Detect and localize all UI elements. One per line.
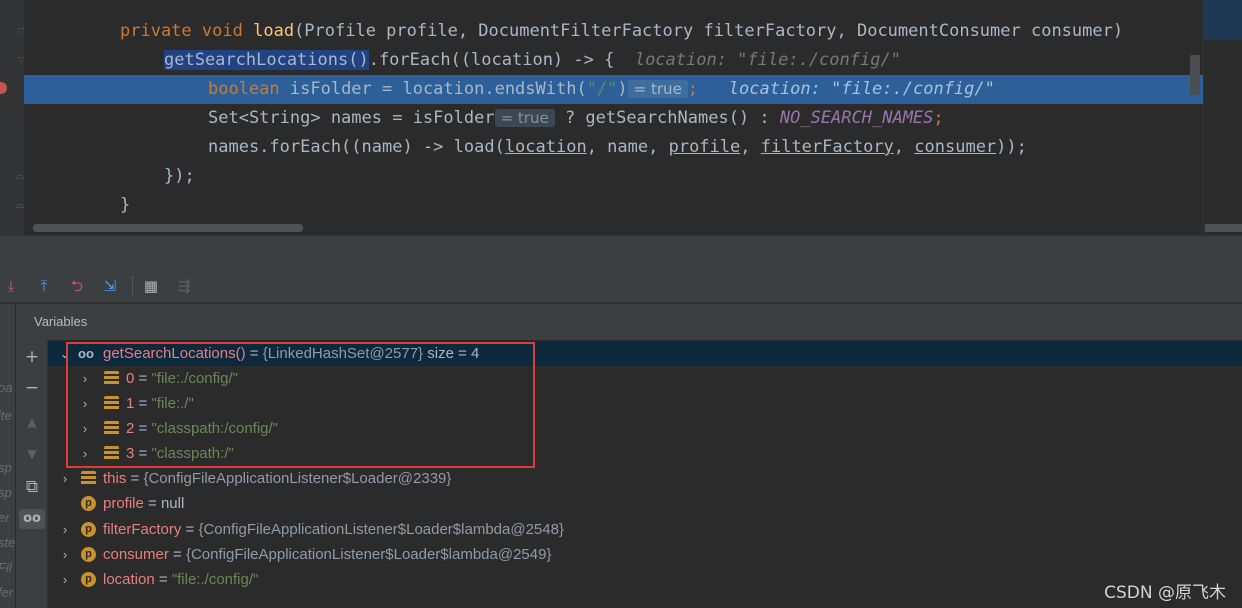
- editor-right-strip: [1203, 0, 1242, 235]
- inline-value-badge: = true: [627, 80, 688, 98]
- execution-line: boolean isFolder = location.endsWith("/"…: [24, 75, 1203, 104]
- inline-value-badge: = true: [494, 109, 555, 127]
- inline-debug-hint: location: "file:./config/": [634, 50, 901, 70]
- editor-gutter[interactable]: ⌔ ⌔ ⌓ ⌓: [0, 0, 26, 235]
- parameter-icon: p: [81, 496, 96, 511]
- move-up-icon[interactable]: ▲: [22, 412, 42, 432]
- expand-chevron-icon[interactable]: ›: [58, 466, 72, 491]
- tree-row-variable[interactable]: › p filterFactory = {ConfigFileApplicati…: [48, 517, 1242, 542]
- step-out-icon[interactable]: ⤒: [34, 277, 54, 295]
- expand-chevron-icon[interactable]: ›: [58, 567, 72, 592]
- debugger-toolbar: ⤓ ⤒ ⮌ ⇲ ▦ ⇶: [0, 269, 1242, 303]
- variables-header: Variables: [16, 304, 1242, 340]
- parameter-icon: p: [81, 522, 96, 537]
- add-watch-icon[interactable]: +: [22, 347, 42, 367]
- code-line-4: Set<String> names = isFolder = true ? get…: [208, 108, 944, 128]
- drop-frame-icon[interactable]: ⮌: [67, 277, 87, 295]
- parameter-icon: p: [81, 547, 96, 562]
- vertical-scrollbar[interactable]: [1190, 55, 1200, 95]
- field-icon: [81, 471, 96, 486]
- step-into-icon[interactable]: ⤓: [1, 277, 21, 295]
- inline-debug-hint: location: "file:./config/": [728, 79, 995, 99]
- tree-row-variable[interactable]: p profile = null: [48, 491, 1242, 516]
- breakpoint-icon[interactable]: [0, 82, 7, 94]
- show-watches-icon[interactable]: oo: [19, 509, 45, 529]
- horizontal-scrollbar-track: [1205, 224, 1242, 232]
- annotation-highlight-box: [66, 342, 535, 468]
- parameter-icon: p: [81, 572, 96, 587]
- expand-chevron-icon[interactable]: ›: [58, 517, 72, 542]
- move-down-icon[interactable]: ▼: [22, 444, 42, 464]
- code-line-5: names.forEach((name) -> load(location, n…: [208, 137, 1027, 157]
- code-editor[interactable]: ⌔ ⌔ ⌓ ⌓ private void load(Profile profil…: [0, 0, 1242, 235]
- panel-separator[interactable]: [0, 235, 1242, 269]
- toolbar-divider: [132, 276, 133, 296]
- trace-stream-icon[interactable]: ⇶: [174, 277, 194, 295]
- watermark: CSDN @原飞木: [1104, 583, 1226, 603]
- frames-panel-edge: oa ite sp sp er ste Fil fer: [0, 304, 16, 608]
- expand-chevron-icon[interactable]: ›: [58, 542, 72, 567]
- code-line-7: }: [120, 195, 131, 215]
- code-line-2: getSearchLocations().forEach((location) …: [164, 50, 901, 70]
- code-line-6: });: [164, 166, 195, 186]
- tree-row-variable[interactable]: › p location = "file:./config/": [48, 567, 1242, 592]
- error-stripe-marker[interactable]: [1204, 0, 1242, 40]
- code-line-1: private void load(Profile profile, Docum…: [120, 21, 1124, 41]
- remove-watch-icon[interactable]: −: [22, 378, 42, 398]
- run-to-cursor-icon[interactable]: ⇲: [100, 277, 120, 295]
- tree-row-variable[interactable]: › p consumer = {ConfigFileApplicationLis…: [48, 542, 1242, 567]
- horizontal-scrollbar[interactable]: [33, 224, 303, 232]
- tree-row-variable[interactable]: › this = {ConfigFileApplicationListener$…: [48, 466, 1242, 491]
- evaluate-expression-icon[interactable]: ▦: [141, 277, 161, 295]
- variables-side-toolbar: + − ▲ ▼ ⧉ oo: [16, 340, 48, 608]
- variables-title: Variables: [34, 314, 88, 329]
- duplicate-watch-icon[interactable]: ⧉: [22, 477, 42, 497]
